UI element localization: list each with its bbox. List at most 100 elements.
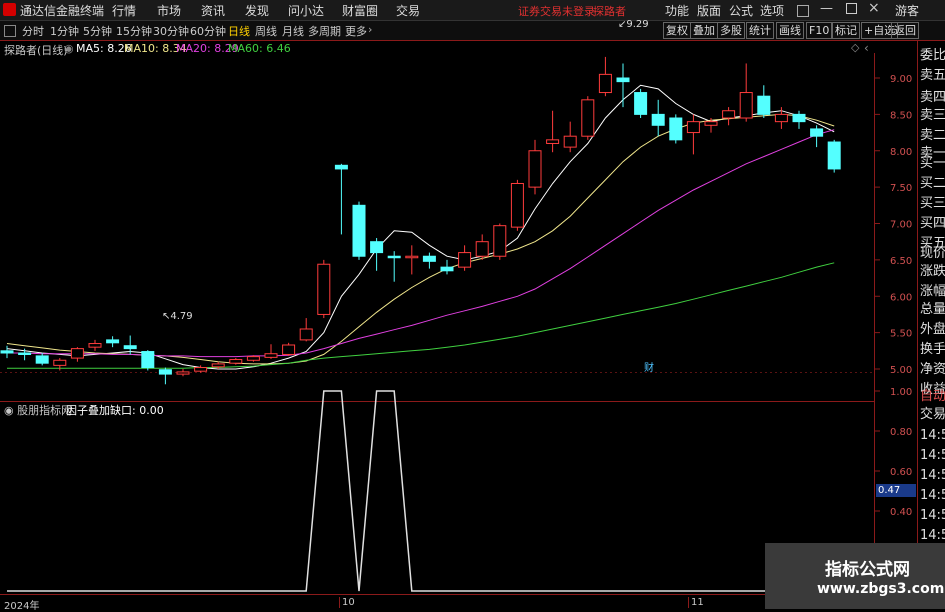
side-panel-item[interactable]: 买四 (920, 212, 945, 231)
side-panel-item[interactable]: 外盘 (920, 318, 945, 337)
candle-up (458, 252, 472, 268)
multi-stock-button[interactable]: 多股 (717, 22, 745, 39)
menu-options[interactable]: 选项 (760, 2, 784, 19)
candle-up (88, 343, 102, 348)
candle-up (686, 121, 700, 134)
menu-market[interactable]: 市场 (157, 2, 181, 19)
side-panel-item[interactable]: 交易 (920, 403, 945, 422)
side-panel-item[interactable]: 卖二 (920, 124, 945, 143)
period-weekly[interactable]: 周线 (255, 23, 277, 39)
statistics-button[interactable]: 统计 (746, 22, 774, 39)
menu-wealth[interactable]: 财富圈 (342, 2, 378, 19)
side-panel-item[interactable]: 净资 (920, 358, 945, 377)
menu-function[interactable]: 功能 (665, 2, 689, 19)
ma-line-ma5 (6, 84, 835, 370)
close-icon[interactable]: × (868, 0, 880, 16)
panel-toggle-icon[interactable] (4, 25, 16, 37)
menu-discover[interactable]: 发现 (245, 2, 269, 19)
candle-up (510, 182, 524, 228)
period-tick[interactable]: 分时 (22, 23, 44, 39)
y-tick-label: 6.00 (890, 292, 912, 303)
adjust-button[interactable]: 复权 (663, 22, 691, 39)
ma-line-ma20 (7, 129, 835, 358)
candle-up (546, 139, 560, 144)
y-tick-label: 8.00 (890, 147, 912, 158)
candle-up (70, 348, 84, 359)
menu-ask[interactable]: 问小达 (288, 2, 324, 19)
menu-trade[interactable]: 交易 (396, 2, 420, 19)
side-panel-item[interactable]: 14:56 (920, 468, 945, 483)
draw-line-button[interactable]: 画线 (776, 22, 804, 39)
maximize-icon[interactable] (846, 3, 857, 14)
side-panel-item[interactable]: 换手 (920, 338, 945, 357)
period-multi[interactable]: 多周期 (308, 23, 341, 39)
candle-down (440, 266, 454, 272)
user-label[interactable]: 游客 (895, 2, 919, 19)
candle-up (282, 344, 296, 355)
side-panel-item[interactable]: 买二 (920, 172, 945, 191)
y-tick-label: 8.50 (890, 110, 912, 121)
side-panel-item[interactable]: 14:56 (920, 528, 945, 543)
overlay-button[interactable]: 叠加 (690, 22, 718, 39)
stock-name-notice: 探路者 (593, 5, 626, 18)
period-30min[interactable]: 30分钟 (153, 23, 189, 39)
title-bar: 通达信金融终端 行情 市场 资讯 发现 问小达 财富圈 交易 证券交易未登录 探… (0, 0, 945, 21)
high-price-label: ↙9.29 (618, 19, 649, 30)
side-panel-item[interactable]: 委比 (920, 44, 945, 63)
candle-down (669, 117, 683, 141)
menu-news[interactable]: 资讯 (201, 2, 225, 19)
login-notice[interactable]: 证券交易未登录 (518, 3, 595, 19)
candle-up (722, 110, 736, 119)
period-daily[interactable]: 日线 (228, 23, 250, 39)
candle-down (123, 345, 137, 350)
watermark: 指标公式网 www.zbgs3.com (765, 543, 945, 609)
finance-marker[interactable]: 财 (644, 359, 654, 374)
candle-down (106, 339, 120, 344)
candle-up (53, 359, 67, 366)
quote-side-panel: 委比 卖五 卖四 卖三 卖二 卖一 买一 买二 买三 买四 买五 现价 涨跌 涨幅 总量 外盘 换手 净资 收益 自动… (917, 41, 945, 609)
minimize-icon[interactable]: — (820, 1, 833, 16)
candle-up (317, 263, 331, 315)
period-more[interactable]: 更多 (345, 23, 367, 39)
candle-up (774, 113, 788, 123)
period-5min[interactable]: 5分钟 (83, 23, 112, 39)
window-icon[interactable] (797, 5, 809, 17)
side-panel-item[interactable]: 买三 (920, 192, 945, 211)
more-chevron-icon[interactable]: › (368, 23, 372, 36)
f10-button[interactable]: F10 (806, 22, 833, 39)
side-panel-item[interactable]: 卖四 (920, 86, 945, 105)
side-panel-item[interactable]: 14:56 (920, 488, 945, 503)
ind-y-tick-label: 1.00 (890, 387, 912, 398)
side-panel-item[interactable]: 买一 (920, 152, 945, 171)
cursor-value-badge: 0.47 (876, 484, 916, 497)
y-tick-label: 5.50 (890, 329, 912, 340)
side-panel-item[interactable]: 14:56 (920, 508, 945, 523)
period-15min[interactable]: 15分钟 (116, 23, 152, 39)
y-tick-label: 9.00 (890, 74, 912, 85)
high-price-value: 9.29 (626, 19, 649, 30)
candle-up (581, 99, 595, 137)
side-panel-item[interactable]: 卖三 (920, 104, 945, 123)
side-panel-item[interactable]: 自动 (920, 385, 945, 404)
period-1min[interactable]: 1分钟 (50, 23, 79, 39)
menu-formula[interactable]: 公式 (729, 2, 753, 19)
candle-down (370, 241, 384, 254)
side-panel-item[interactable]: 涨跌 (920, 260, 945, 279)
side-panel-item[interactable]: 卖五 (920, 64, 945, 83)
mark-button[interactable]: 标记 (832, 22, 860, 39)
candle-up (739, 92, 753, 119)
side-panel-item[interactable]: 14:56 (920, 448, 945, 463)
menu-quotes[interactable]: 行情 (112, 2, 136, 19)
y-tick-label: 7.50 (890, 183, 912, 194)
back-button[interactable]: 返回 (891, 22, 919, 39)
period-60min[interactable]: 60分钟 (190, 23, 226, 39)
x-axis-nov: 11 (688, 597, 704, 608)
side-panel-item[interactable]: 总量 (920, 298, 945, 317)
candle-up (493, 225, 507, 257)
chart-canvas[interactable]: 9.00 8.50 8.00 7.50 7.00 6.50 6.00 5.50 5.00 1.00… (0, 41, 945, 609)
side-panel-item[interactable]: 14:56 (920, 428, 945, 443)
side-panel-item[interactable]: 现价 (920, 242, 945, 261)
side-panel-item[interactable]: 涨幅 (920, 280, 945, 299)
menu-layout[interactable]: 版面 (697, 2, 721, 19)
period-monthly[interactable]: 月线 (282, 23, 304, 39)
